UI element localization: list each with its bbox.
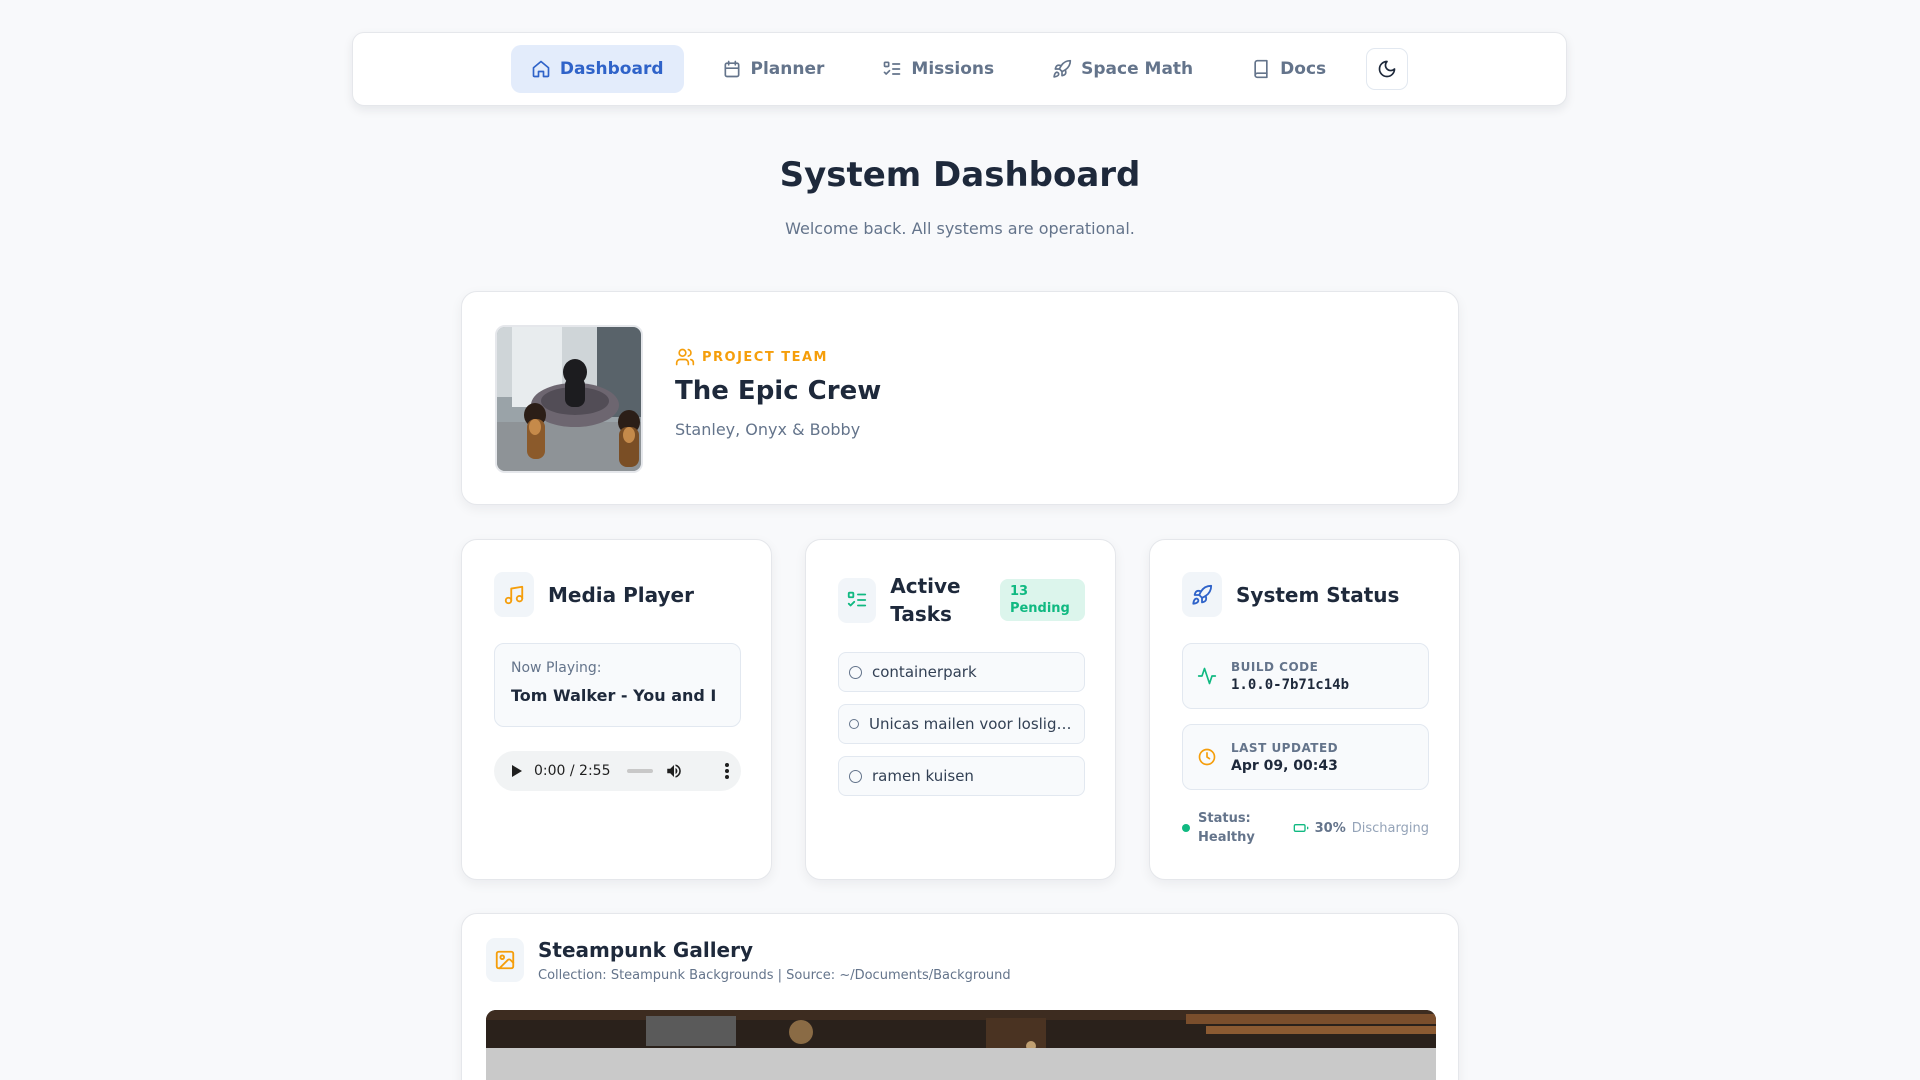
nav-dashboard-label: Dashboard <box>559 59 664 79</box>
nav-space-math-label: Space Math <box>1081 59 1194 79</box>
team-card: PROJECT TEAM The Epic Crew Stanley, Onyx… <box>461 291 1459 505</box>
media-player-header: Media Player <box>494 572 694 617</box>
media-player-title: Media Player <box>548 582 694 607</box>
team-name: The Epic Crew <box>675 376 882 406</box>
team-kicker: PROJECT TEAM <box>675 347 828 367</box>
audio-time: 0:00 / 2:55 <box>534 763 611 779</box>
nav-planner[interactable]: Planner <box>702 45 845 93</box>
rocket-icon <box>1192 584 1213 605</box>
status-row: Status: Healthy 30% Discharging <box>1182 809 1429 847</box>
book-icon <box>1254 59 1268 79</box>
task-checkbox[interactable] <box>849 665 862 679</box>
team-members: Stanley, Onyx & Bobby <box>675 420 861 439</box>
task-label: containerpark <box>872 663 977 681</box>
task-item[interactable]: Unicas mailen voor losligg... <box>838 704 1085 744</box>
status-text: Status: Healthy <box>1198 811 1255 845</box>
nav-missions-label: Missions <box>911 59 995 79</box>
gallery-subtitle: Collection: Steampunk Backgrounds | Sour… <box>538 968 1011 983</box>
team-photo <box>495 325 643 473</box>
gallery-card: Steampunk Gallery Collection: Steampunk … <box>461 913 1459 1080</box>
build-code-label: BUILD CODE <box>1231 659 1319 674</box>
home-icon <box>532 60 550 78</box>
team-kicker-label: PROJECT TEAM <box>702 349 828 365</box>
music-icon-box <box>494 572 534 617</box>
last-updated-value: Apr 09, 00:43 <box>1231 757 1338 774</box>
top-navbar: Dashboard Planner Missions Space Math Do… <box>352 32 1567 106</box>
nav-docs[interactable]: Docs <box>1231 45 1346 93</box>
build-code-box: BUILD CODE 1.0.0-7b71c14b <box>1182 643 1429 709</box>
clock-icon <box>1198 748 1216 766</box>
now-playing-box: Now Playing: Tom Walker - You and I <box>494 643 741 727</box>
moon-icon <box>1378 60 1396 78</box>
battery-indicator: 30% Discharging <box>1293 820 1429 836</box>
more-options-icon[interactable] <box>725 763 729 779</box>
audio-seek-bar[interactable] <box>626 769 653 773</box>
task-label: ramen kuisen <box>872 767 974 785</box>
list-checks-icon <box>847 591 867 607</box>
battery-icon <box>1293 824 1308 832</box>
rocket-icon <box>1053 59 1072 78</box>
build-code-value: 1.0.0-7b71c14b <box>1231 676 1350 693</box>
task-label: Unicas mailen voor losligg... <box>869 715 1074 733</box>
gallery-image[interactable] <box>486 1010 1436 1080</box>
active-tasks-title: Active Tasks <box>890 574 961 626</box>
page-subtitle: Welcome back. All systems are operationa… <box>785 219 1135 238</box>
last-updated-box: LAST UPDATED Apr 09, 00:43 <box>1182 724 1429 790</box>
task-item[interactable]: containerpark <box>838 652 1085 692</box>
task-checkbox[interactable] <box>849 719 859 729</box>
active-tasks-header: Active Tasks 13 Pending <box>838 572 1085 628</box>
system-status-header: System Status <box>1182 572 1399 617</box>
volume-icon[interactable] <box>665 762 683 780</box>
now-playing-track: Tom Walker - You and I <box>511 686 717 705</box>
gallery-title: Steampunk Gallery <box>538 938 754 962</box>
calendar-icon <box>724 60 740 78</box>
last-updated-label: LAST UPDATED <box>1231 740 1339 755</box>
status-dot <box>1182 824 1190 832</box>
nav-docs-label: Docs <box>1280 59 1327 79</box>
theme-toggle-button[interactable] <box>1366 48 1409 90</box>
media-player-card: Media Player Now Playing: Tom Walker - Y… <box>461 539 772 880</box>
audio-player: 0:00 / 2:55 <box>494 751 741 791</box>
system-status-card: System Status BUILD CODE 1.0.0-7b71c14b … <box>1149 539 1460 880</box>
list-checks-icon <box>884 61 901 75</box>
nav-dashboard[interactable]: Dashboard <box>510 45 684 93</box>
play-icon[interactable] <box>512 765 522 777</box>
image-icon <box>495 950 515 970</box>
users-icon <box>675 348 695 366</box>
task-item[interactable]: ramen kuisen <box>838 756 1085 796</box>
now-playing-label: Now Playing: <box>511 660 602 676</box>
active-tasks-card: Active Tasks 13 Pending containerpark Un… <box>805 539 1116 880</box>
battery-state: Discharging <box>1351 820 1429 836</box>
music-icon <box>504 585 524 604</box>
task-list: containerpark Unicas mailen voor losligg… <box>838 652 1085 796</box>
tasks-icon-box <box>838 577 877 623</box>
gallery-header: Steampunk Gallery Collection: Steampunk … <box>486 938 1011 983</box>
nav-space-math[interactable]: Space Math <box>1032 45 1213 93</box>
nav-planner-label: Planner <box>750 59 825 79</box>
task-checkbox[interactable] <box>849 769 862 783</box>
rocket-icon-box <box>1182 572 1222 617</box>
system-status-title: System Status <box>1236 582 1400 607</box>
pending-badge: 13 Pending <box>999 579 1085 621</box>
battery-percent: 30% <box>1314 820 1346 836</box>
nav-missions[interactable]: Missions <box>862 45 1014 93</box>
activity-icon <box>1197 667 1217 685</box>
page-title: System Dashboard <box>779 155 1141 195</box>
image-icon-box <box>486 938 524 982</box>
